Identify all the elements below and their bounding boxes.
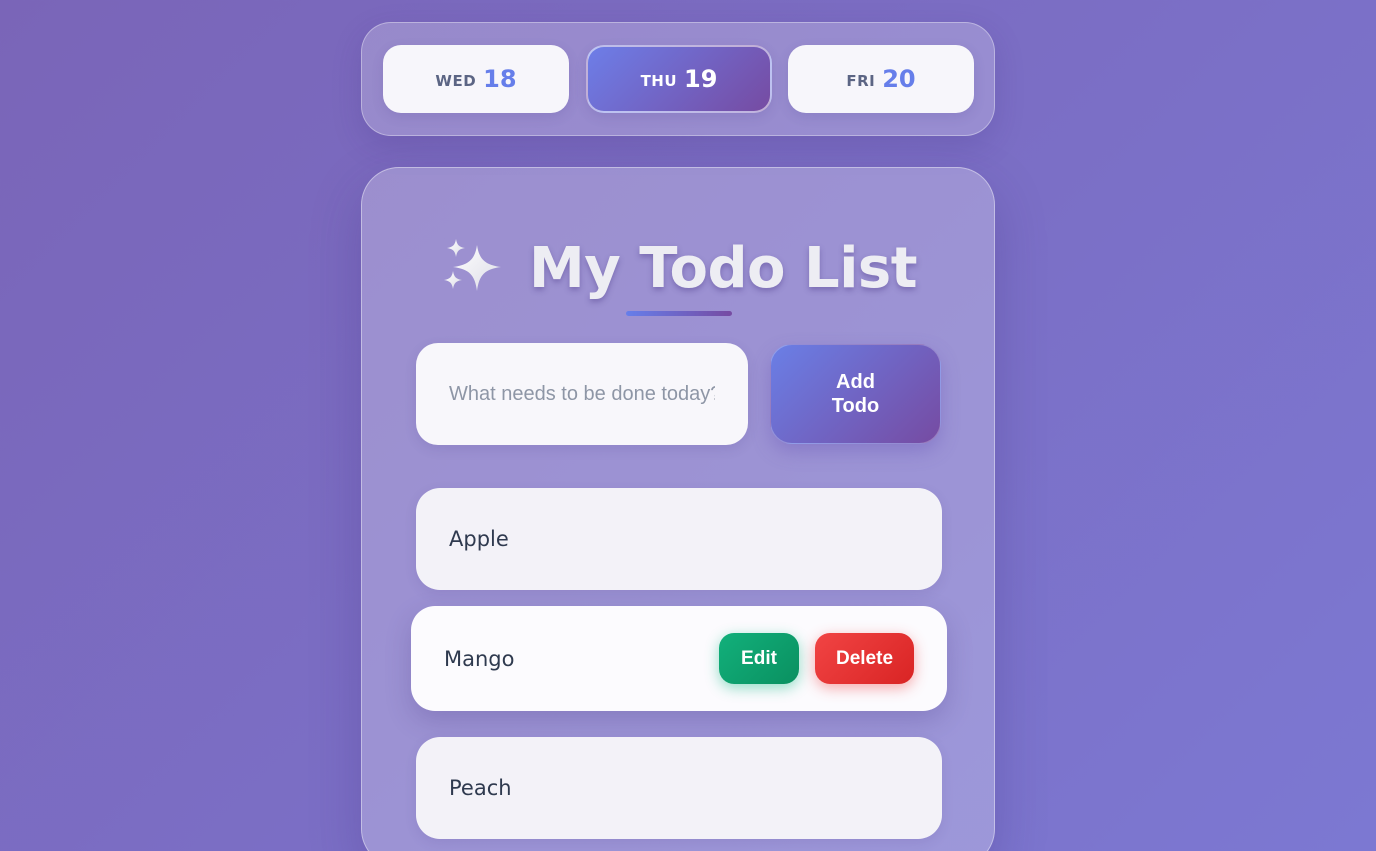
todo-item[interactable]: Peach <box>416 737 942 839</box>
todo-card: My Todo List Add Todo Apple Mango Edit D… <box>361 167 995 851</box>
day-number: 18 <box>483 65 517 93</box>
date-strip: WED 18 THU 19 FRI 20 <box>361 22 995 136</box>
todo-actions: Edit Delete <box>719 633 914 684</box>
edit-button[interactable]: Edit <box>719 633 799 684</box>
sparkles-icon <box>444 239 501 291</box>
page-title: My Todo List <box>362 228 996 308</box>
day-number: 20 <box>882 65 916 93</box>
todo-input[interactable] <box>416 343 748 445</box>
day-name: WED <box>435 72 477 90</box>
day-name: THU <box>640 72 678 90</box>
todo-label: Mango <box>444 646 515 671</box>
day-fri[interactable]: FRI 20 <box>788 45 974 113</box>
title-underline <box>626 311 732 316</box>
day-name: FRI <box>846 72 876 90</box>
todo-item[interactable]: Mango Edit Delete <box>411 606 947 711</box>
todo-label: Apple <box>449 527 509 551</box>
delete-button[interactable]: Delete <box>815 633 914 684</box>
todo-item[interactable]: Apple <box>416 488 942 590</box>
add-todo-button[interactable]: Add Todo <box>770 344 941 444</box>
day-number: 19 <box>684 65 718 93</box>
day-wed[interactable]: WED 18 <box>383 45 569 113</box>
title-text: My Todo List <box>529 235 918 301</box>
day-thu[interactable]: THU 19 <box>586 45 772 113</box>
todo-label: Peach <box>449 776 512 800</box>
